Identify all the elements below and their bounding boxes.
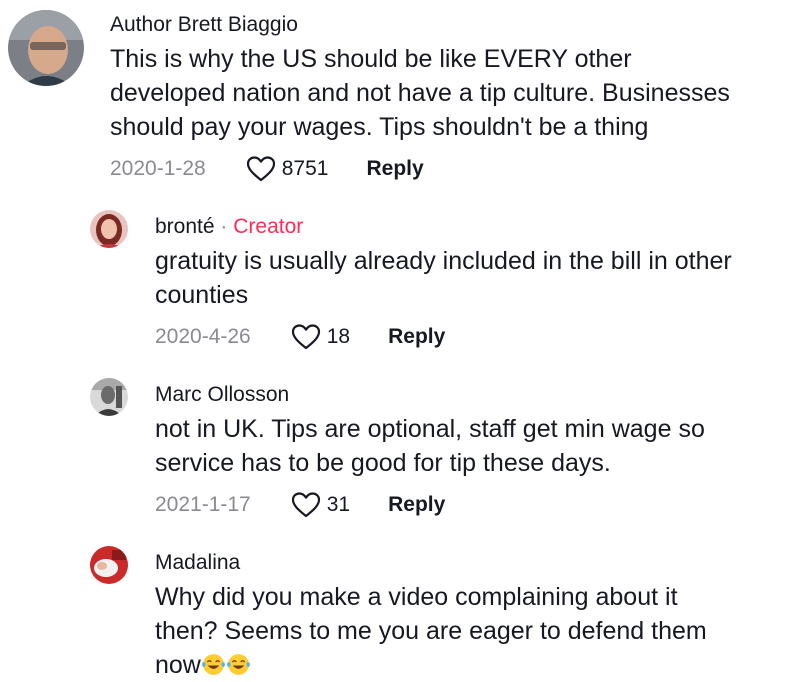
comment-date: 2020-4-26 <box>155 325 251 348</box>
like-count: 8751 <box>281 157 329 180</box>
avatar[interactable] <box>90 546 128 584</box>
comment-date: 2021-1-17 <box>155 493 251 516</box>
avatar[interactable] <box>90 210 128 248</box>
like-button[interactable]: 8751 <box>246 155 329 183</box>
tears-of-joy-emoji-icon <box>201 652 226 677</box>
heart-outline-icon[interactable] <box>246 155 276 183</box>
comment-text: Why did you make a video complaining abo… <box>155 580 785 682</box>
author-name[interactable]: bronté <box>155 215 215 238</box>
comment-date: 2020-1-28 <box>110 157 206 180</box>
like-count: 31 <box>326 493 351 516</box>
comment-meta: 2020-1-28 8751 Reply <box>110 152 424 186</box>
reply-button[interactable]: Reply <box>366 157 423 181</box>
like-button[interactable]: 18 <box>291 323 350 351</box>
comment-text: This is why the US should be like EVERY … <box>110 45 730 141</box>
author-name[interactable]: Author Brett Biaggio <box>110 13 298 36</box>
creator-badge: Creator <box>233 215 304 238</box>
comment-text: gratuity is usually already included in … <box>155 247 732 309</box>
avatar[interactable] <box>90 378 128 416</box>
heart-outline-icon[interactable] <box>291 323 321 351</box>
avatar[interactable] <box>8 10 84 86</box>
comment-text-end: now <box>155 651 201 679</box>
heart-outline-icon[interactable] <box>291 491 321 519</box>
comment-author[interactable]: Madalina <box>155 550 240 576</box>
comment-text-line: Why did you make a video complaining abo… <box>155 583 678 611</box>
comment-author[interactable]: Marc Ollosson <box>155 382 289 408</box>
like-button[interactable]: 31 <box>291 491 350 519</box>
comment-meta: 2020-4-26 18 Reply <box>155 320 445 354</box>
reply-button[interactable]: Reply <box>388 493 445 517</box>
author-name[interactable]: Marc Ollosson <box>155 383 289 406</box>
tears-of-joy-emoji-icon <box>226 652 251 677</box>
comment-text: not in UK. Tips are optional, staff get … <box>155 415 705 477</box>
comment-text-line: now <box>155 648 785 682</box>
author-name[interactable]: Madalina <box>155 551 240 574</box>
like-count: 18 <box>326 325 351 348</box>
comment-text-line: then? Seems to me you are eager to defen… <box>155 617 707 645</box>
comment-meta: 2021-1-17 31 Reply <box>155 488 445 522</box>
comment-author[interactable]: bronté · Creator <box>155 214 303 240</box>
separator: · <box>220 215 228 238</box>
reply-button[interactable]: Reply <box>388 325 445 349</box>
comment-author[interactable]: Author Brett Biaggio <box>110 12 298 38</box>
